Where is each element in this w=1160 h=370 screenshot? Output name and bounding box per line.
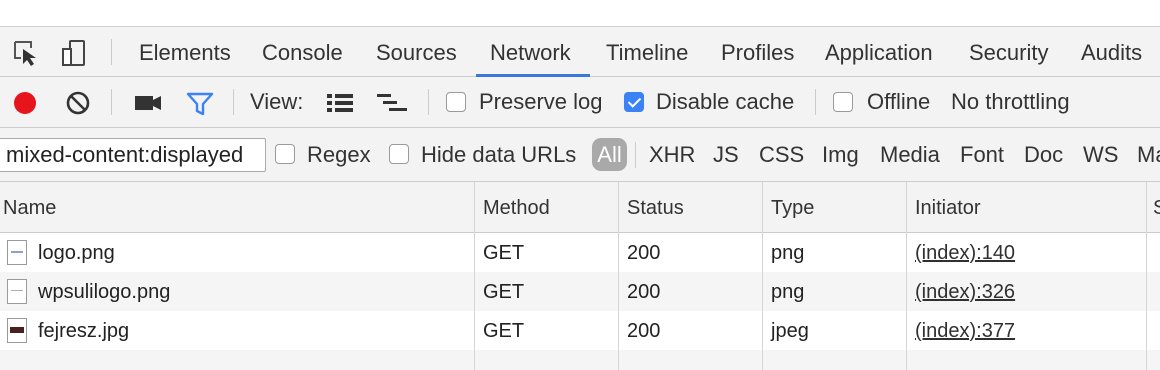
type-filter-doc[interactable]: Doc: [1024, 142, 1063, 168]
network-toolbar: View: Preserve log Disable cache Offline…: [0, 77, 1160, 128]
image-file-icon: [7, 240, 27, 265]
type-filter-manifest[interactable]: Ma: [1137, 142, 1160, 168]
tab-elements[interactable]: Elements: [139, 27, 231, 77]
request-name: fejresz.jpg: [38, 320, 130, 342]
request-type: jpeg: [771, 320, 809, 342]
record-dot: [14, 92, 36, 114]
request-type: png: [771, 242, 805, 264]
device-mode-icon[interactable]: [60, 39, 88, 67]
request-type: png: [771, 281, 805, 303]
tab-profiles[interactable]: Profiles: [721, 27, 794, 77]
inspect-element-icon[interactable]: [12, 39, 40, 67]
request-status: 200: [627, 281, 661, 303]
image-file-icon: [7, 318, 27, 343]
image-file-icon: [7, 279, 27, 304]
toolbar-divider: [428, 89, 429, 115]
tab-sources[interactable]: Sources: [376, 27, 457, 77]
offline-checkbox[interactable]: [833, 92, 853, 112]
type-filter-xhr[interactable]: XHR: [649, 142, 695, 168]
column-header-initiator[interactable]: Initiator: [915, 182, 981, 232]
toolbar-divider: [111, 89, 112, 115]
disable-cache-label: Disable cache: [656, 89, 795, 114]
request-initiator-link[interactable]: (index):377: [915, 311, 1015, 350]
request-method: GET: [483, 281, 525, 303]
offline-label: Offline: [867, 89, 931, 114]
request-initiator-link[interactable]: (index):140: [915, 233, 1015, 272]
column-header-type[interactable]: Type: [771, 182, 814, 232]
request-initiator-link[interactable]: (index):326: [915, 272, 1015, 311]
filter-input[interactable]: [0, 138, 266, 172]
toolbar-divider: [233, 89, 234, 115]
type-filter-ws[interactable]: WS: [1083, 142, 1118, 168]
type-filter-media[interactable]: Media: [880, 142, 940, 168]
type-filter-font[interactable]: Font: [960, 142, 1004, 168]
disable-cache-checkbox[interactable]: [624, 92, 644, 112]
tab-security[interactable]: Security: [969, 27, 1048, 77]
network-filter-bar: Regex Hide data URLs All XHR JS CSS Img …: [0, 128, 1160, 182]
request-name: wpsulilogo.png: [38, 281, 171, 303]
regex-label: Regex: [307, 142, 371, 167]
large-rows-icon[interactable]: [326, 92, 354, 119]
table-filler-row: [0, 350, 1160, 370]
devtools-tabbar: Elements Console Sources Network Timelin…: [0, 26, 1160, 77]
window-top-margin: [0, 0, 1160, 26]
capture-screenshots-icon[interactable]: [134, 91, 162, 120]
throttling-select[interactable]: No throttling: [951, 89, 1070, 115]
request-status: 200: [627, 242, 661, 264]
clear-icon[interactable]: [65, 90, 91, 121]
column-divider: [618, 182, 619, 370]
preserve-log-checkbox[interactable]: [446, 92, 466, 112]
column-header-name[interactable]: Name: [3, 182, 56, 232]
request-name: logo.png: [38, 242, 115, 264]
column-divider: [474, 182, 475, 370]
column-header-method[interactable]: Method: [483, 182, 550, 232]
hide-data-urls-label: Hide data URLs: [421, 142, 577, 167]
network-request-table: Name Method Status Type Initiator S logo…: [0, 182, 1160, 370]
tab-timeline[interactable]: Timeline: [606, 27, 688, 77]
column-divider: [906, 182, 907, 370]
table-row[interactable]: wpsulilogo.png GET 200 png (index):326: [0, 272, 1160, 311]
tabbar-divider: [111, 39, 112, 65]
table-header: Name Method Status Type Initiator S: [0, 182, 1160, 233]
toolbar-divider: [815, 89, 816, 115]
table-row[interactable]: fejresz.jpg GET 200 jpeg (index):377: [0, 311, 1160, 350]
regex-checkbox[interactable]: [275, 144, 295, 164]
preserve-log-label: Preserve log: [479, 89, 603, 114]
column-divider: [1146, 182, 1147, 370]
type-filter-all[interactable]: All: [592, 138, 627, 171]
type-filter-img[interactable]: Img: [822, 142, 859, 168]
request-method: GET: [483, 242, 525, 264]
tab-audits[interactable]: Audits: [1081, 27, 1142, 77]
column-header-size[interactable]: S: [1153, 182, 1160, 232]
view-label: View:: [250, 89, 304, 114]
column-divider: [762, 182, 763, 370]
waterfall-overview-icon[interactable]: [376, 92, 408, 119]
request-status: 200: [627, 320, 661, 342]
record-icon[interactable]: [12, 90, 38, 121]
filter-divider: [635, 142, 636, 168]
hide-data-urls-checkbox[interactable]: [389, 144, 409, 164]
type-filter-js[interactable]: JS: [713, 142, 739, 168]
column-header-status[interactable]: Status: [627, 182, 684, 232]
tab-network[interactable]: Network: [490, 27, 571, 77]
request-method: GET: [483, 320, 525, 342]
table-row[interactable]: logo.png GET 200 png (index):140: [0, 233, 1160, 272]
tab-application[interactable]: Application: [825, 27, 933, 77]
tab-console[interactable]: Console: [262, 27, 343, 77]
filter-icon[interactable]: [186, 91, 214, 122]
type-filter-css[interactable]: CSS: [759, 142, 804, 168]
